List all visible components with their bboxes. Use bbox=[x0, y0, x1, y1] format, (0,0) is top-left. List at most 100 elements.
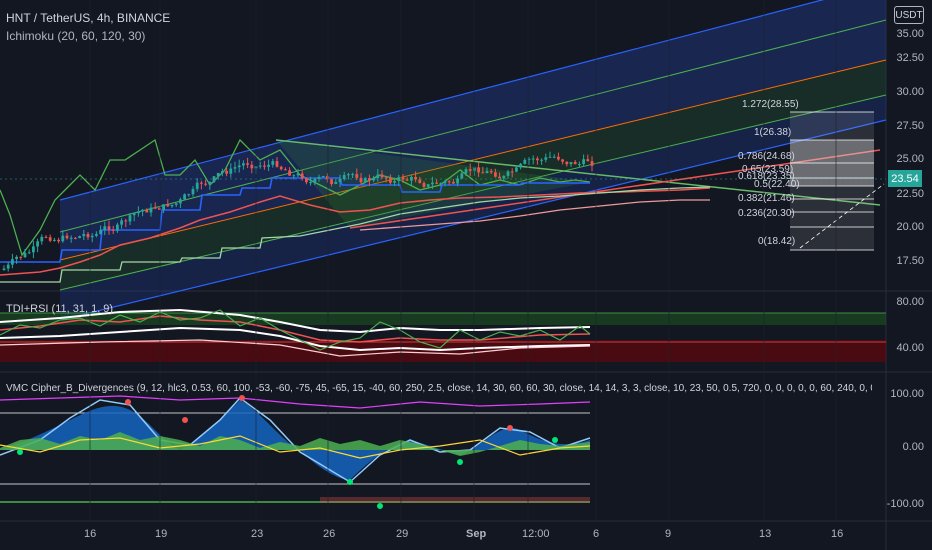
rsi-pane bbox=[0, 308, 886, 362]
candle-body bbox=[561, 159, 564, 162]
candle-body bbox=[221, 171, 224, 173]
candle-body bbox=[590, 161, 594, 166]
vmc-cipher-pane bbox=[0, 395, 591, 509]
candle-body bbox=[586, 159, 590, 162]
candle-body bbox=[313, 178, 317, 183]
price-tick: 20.00 bbox=[896, 221, 924, 233]
candle-body bbox=[292, 175, 296, 177]
x-tick: 16 bbox=[831, 528, 844, 540]
candle-body bbox=[342, 175, 346, 180]
price-tick: 35.00 bbox=[896, 28, 924, 40]
candle-body bbox=[74, 237, 77, 239]
price-tick: 32.50 bbox=[896, 52, 924, 64]
candle-body bbox=[452, 181, 455, 184]
candle-body bbox=[53, 239, 56, 241]
candle-body bbox=[187, 194, 191, 196]
candle-body bbox=[506, 171, 510, 176]
vmc-tick: -100.00 bbox=[886, 498, 924, 510]
candle-body bbox=[19, 256, 23, 258]
candle-body bbox=[536, 158, 539, 161]
candle-body bbox=[519, 163, 522, 168]
candle-body bbox=[523, 159, 527, 164]
candle-body bbox=[263, 165, 266, 167]
x-tick: 12:00 bbox=[522, 528, 550, 540]
vmc-label[interactable]: VMC Cipher_B_Divergences (9, 12, hlc3, 0… bbox=[6, 383, 872, 394]
candle-body bbox=[132, 213, 136, 216]
candle-body bbox=[317, 177, 321, 179]
currency-button[interactable]: USDT bbox=[894, 6, 924, 24]
candle-body bbox=[23, 253, 27, 258]
candle-body bbox=[359, 177, 363, 183]
candle-body bbox=[300, 173, 304, 179]
symbol-title[interactable]: HNT / TetherUS, 4h, BINANCE bbox=[6, 11, 170, 25]
candle-body bbox=[414, 176, 417, 180]
candle-body bbox=[498, 176, 501, 179]
candle-body bbox=[510, 171, 514, 173]
x-tick: 26 bbox=[323, 528, 336, 540]
x-tick: 29 bbox=[396, 528, 409, 540]
price-tick: 25.00 bbox=[896, 153, 924, 165]
candle-body bbox=[61, 235, 65, 242]
candle-body bbox=[158, 207, 161, 210]
candle-body bbox=[95, 233, 98, 236]
candle-body bbox=[124, 220, 128, 222]
candle-body bbox=[418, 179, 422, 184]
ichimoku-label[interactable]: Ichimoku (20, 60, 120, 30) bbox=[6, 29, 145, 43]
candle-body bbox=[573, 161, 577, 165]
candle-body bbox=[389, 178, 392, 183]
candle-body bbox=[435, 182, 438, 184]
candle-body bbox=[338, 179, 342, 182]
candle-body bbox=[376, 174, 380, 178]
vmc-tick: 0.00 bbox=[902, 441, 924, 453]
candle-body bbox=[515, 167, 518, 172]
chart-canvas[interactable] bbox=[0, 0, 932, 550]
candle-body bbox=[380, 174, 384, 178]
candle-body bbox=[296, 173, 300, 176]
candle-body bbox=[78, 236, 81, 239]
candle-body bbox=[86, 233, 90, 238]
candle-body bbox=[90, 235, 94, 238]
candle-body bbox=[485, 171, 489, 174]
candle-body bbox=[195, 182, 199, 189]
candle-body bbox=[69, 237, 73, 239]
candle-body bbox=[237, 165, 241, 168]
candle-body bbox=[397, 177, 401, 182]
fib-level-label: 0.382(21.46) bbox=[738, 193, 795, 204]
candle-body bbox=[334, 181, 338, 184]
candle-body bbox=[15, 256, 18, 260]
candle-body bbox=[405, 179, 409, 181]
candle-body bbox=[410, 176, 413, 181]
candle-body bbox=[422, 183, 426, 187]
candle-body bbox=[191, 188, 195, 195]
candle-body bbox=[216, 172, 220, 177]
candle-body bbox=[271, 161, 275, 165]
rsi-label[interactable]: TDI+RSI (11, 31, 1, 9) bbox=[6, 303, 113, 315]
candle-body bbox=[162, 204, 165, 210]
x-tick: 13 bbox=[759, 528, 772, 540]
candle-body bbox=[246, 163, 249, 165]
candle-body bbox=[305, 178, 308, 183]
candle-body bbox=[128, 215, 132, 222]
candle-body bbox=[557, 156, 560, 160]
candle-body bbox=[477, 167, 480, 173]
candle-body bbox=[32, 246, 35, 253]
candle-body bbox=[384, 177, 388, 179]
candle-body bbox=[460, 173, 464, 179]
candle-body bbox=[137, 211, 140, 214]
candle-body bbox=[439, 183, 443, 185]
candle-body bbox=[372, 177, 375, 181]
candle-body bbox=[447, 181, 451, 183]
rsi-tick: 40.00 bbox=[896, 342, 924, 354]
candle-body bbox=[531, 158, 535, 160]
candle-body bbox=[275, 161, 279, 167]
candle-body bbox=[309, 182, 312, 184]
candle-body bbox=[166, 204, 170, 207]
candle-body bbox=[456, 178, 459, 184]
candle-body bbox=[326, 176, 329, 180]
candle-body bbox=[145, 209, 149, 213]
candle-body bbox=[6, 264, 10, 269]
candle-body bbox=[179, 199, 182, 204]
vmc-tick: 100.00 bbox=[890, 388, 924, 400]
candle-body bbox=[569, 161, 573, 165]
candle-body bbox=[401, 177, 405, 180]
